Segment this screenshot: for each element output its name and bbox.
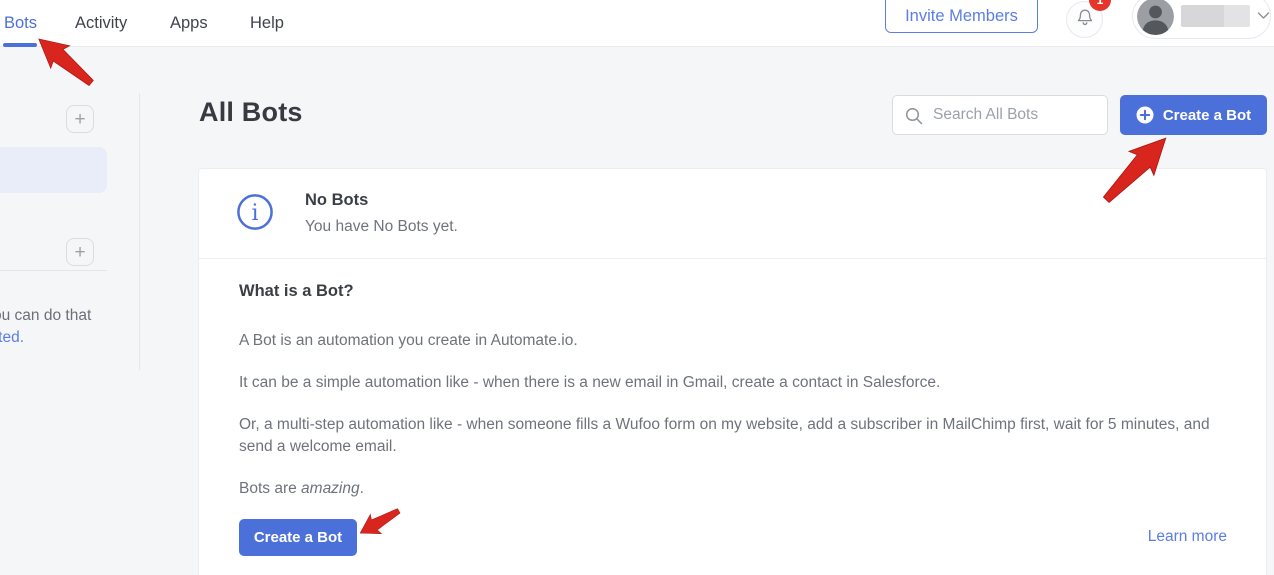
sidebar-truncated-text: ou can do that bbox=[0, 307, 91, 325]
invite-members-button[interactable]: Invite Members bbox=[885, 0, 1038, 33]
search-input[interactable] bbox=[933, 96, 1103, 134]
card-divider bbox=[199, 258, 1266, 259]
nav-tab-help[interactable]: Help bbox=[250, 0, 284, 47]
empty-state-title: No Bots bbox=[305, 191, 368, 210]
top-navbar: Bots Activity Apps Help Invite Members 1 bbox=[0, 0, 1274, 47]
avatar bbox=[1137, 0, 1174, 35]
page-title: All Bots bbox=[199, 97, 303, 128]
nav-tab-apps[interactable]: Apps bbox=[170, 0, 208, 47]
account-menu[interactable] bbox=[1132, 0, 1271, 39]
learn-more-link[interactable]: Learn more bbox=[1148, 528, 1227, 546]
create-bot-button-top[interactable]: Create a Bot bbox=[1120, 95, 1267, 135]
about-paragraph-1: A Bot is an automation you create in Aut… bbox=[239, 330, 578, 352]
nav-tab-activity[interactable]: Activity bbox=[75, 0, 127, 47]
create-bot-button-bottom[interactable]: Create a Bot bbox=[239, 519, 357, 556]
bots-card: i No Bots You have No Bots yet. What is … bbox=[198, 168, 1267, 575]
nav-tab-bots[interactable]: Bots bbox=[4, 0, 37, 47]
app-root: Bots Activity Apps Help Invite Members 1 bbox=[0, 0, 1274, 575]
redacted-username bbox=[1181, 5, 1250, 27]
sidebar-truncated-link[interactable]: rted. bbox=[0, 329, 24, 347]
sidebar-selected-item[interactable] bbox=[0, 147, 107, 193]
empty-state-subtitle: You have No Bots yet. bbox=[305, 218, 458, 236]
sidebar-add-folder-button-bottom[interactable]: + bbox=[66, 238, 94, 266]
search-box bbox=[892, 95, 1108, 135]
about-paragraph-3: Or, a multi-step automation like - when … bbox=[239, 414, 1229, 458]
plus-circle-icon bbox=[1136, 106, 1154, 124]
create-bot-button-top-label: Create a Bot bbox=[1163, 107, 1251, 124]
sidebar-divider bbox=[0, 270, 107, 271]
amazing-italic: amazing bbox=[301, 480, 360, 497]
search-icon bbox=[905, 107, 923, 130]
active-tab-underline bbox=[3, 43, 37, 47]
about-heading: What is a Bot? bbox=[239, 282, 354, 301]
bell-icon bbox=[1076, 8, 1094, 32]
about-paragraph-2: It can be a simple automation like - whe… bbox=[239, 372, 940, 394]
chevron-down-icon bbox=[1257, 7, 1270, 25]
info-icon: i bbox=[236, 193, 274, 236]
sidebar-main-divider bbox=[139, 93, 140, 370]
about-paragraph-4: Bots are amazing. bbox=[239, 478, 364, 500]
svg-text:i: i bbox=[251, 201, 258, 226]
sidebar-add-folder-button-top[interactable]: + bbox=[66, 105, 94, 133]
